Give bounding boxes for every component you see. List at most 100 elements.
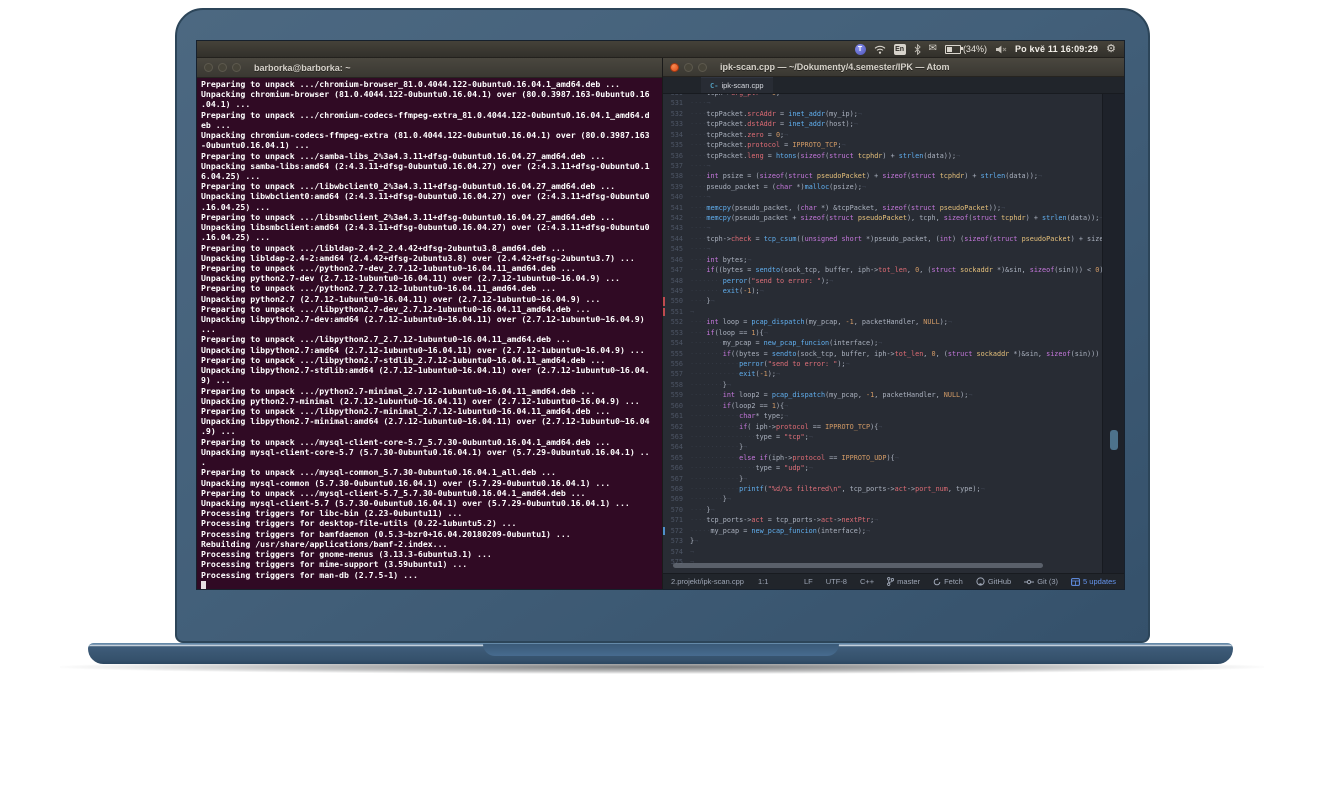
line-number: 565: [663, 453, 690, 463]
volume-indicator[interactable]: [995, 45, 1007, 54]
minimize-button[interactable]: [218, 63, 227, 72]
code-line: 539····pseudo_packet = (char *)malloc(ps…: [663, 182, 1124, 192]
terminal-line: Preparing to unpack .../libpython2.7-std…: [201, 355, 659, 365]
windows-row: barborka@barborka: ~ Preparing to unpack…: [197, 58, 1124, 589]
line-number: 550: [663, 296, 690, 306]
status-encoding[interactable]: UTF-8: [826, 577, 847, 586]
network-tray-item[interactable]: [874, 45, 886, 54]
mail-tray-item[interactable]: ✉: [929, 44, 937, 54]
terminal-line: Unpacking chromium-browser (81.0.4044.12…: [201, 89, 659, 99]
status-git-branch[interactable]: master: [887, 577, 920, 586]
vertical-scrollbar-thumb[interactable]: [1110, 430, 1118, 450]
line-number: 539: [663, 182, 690, 192]
code-line: 566················type = "udp";¬: [663, 463, 1124, 473]
code-line: 561············char* type;¬: [663, 411, 1124, 421]
terminal-line: Unpacking chromium-codecs-ffmpeg-extra (…: [201, 130, 659, 140]
terminal-output[interactable]: Preparing to unpack .../chromium-browser…: [197, 78, 662, 589]
line-number: 573: [663, 536, 690, 546]
code-line: 534····tcpPacket.zero = 0;¬: [663, 130, 1124, 140]
terminal-line: 9) ...: [201, 375, 659, 385]
line-number: 545: [663, 244, 690, 254]
horizontal-scrollbar-thumb[interactable]: [673, 563, 1043, 568]
terminal-line: Preparing to unpack .../libpython2.7-min…: [201, 406, 659, 416]
terminal-line: Preparing to unpack .../python2.7-dev_2.…: [201, 263, 659, 273]
status-file-path[interactable]: 2.projekt/ipk-scan.cpp: [671, 577, 744, 586]
line-number: 543: [663, 223, 690, 233]
code-line: 574¬: [663, 547, 1124, 557]
line-number: 549: [663, 286, 690, 296]
terminal-line: Unpacking python2.7-dev (2.7.12-1ubuntu0…: [201, 273, 659, 283]
code-line: 540····¬: [663, 192, 1124, 202]
close-button[interactable]: [204, 63, 213, 72]
line-number: 569: [663, 494, 690, 504]
line-number: 574: [663, 547, 690, 557]
gear-icon: ⚙: [1106, 44, 1116, 55]
teams-tray-item[interactable]: T: [855, 44, 866, 55]
terminal-line: Unpacking libpython2.7-minimal:amd64 (2.…: [201, 416, 659, 426]
code-line: 542····memcpy(pseudo_packet + sizeof(str…: [663, 213, 1124, 223]
maximize-button[interactable]: [698, 63, 707, 72]
line-number: 558: [663, 380, 690, 390]
terminal-line: Processing triggers for libc-bin (2.23-0…: [201, 508, 659, 518]
battery-indicator[interactable]: (34%): [945, 44, 987, 54]
code-line: 552····int loop = pcap_dispatch(my_pcap,…: [663, 317, 1124, 327]
terminal-line: Rebuilding /usr/share/applications/bamf-…: [201, 539, 659, 549]
teams-icon: T: [855, 44, 866, 55]
close-button[interactable]: [670, 63, 679, 72]
terminal-titlebar[interactable]: barborka@barborka: ~: [197, 58, 662, 78]
terminal-line: Preparing to unpack .../mysql-client-5.7…: [201, 488, 659, 498]
minimize-button[interactable]: [684, 63, 693, 72]
clock-indicator[interactable]: Po kvě 11 16:09:29: [1015, 44, 1098, 54]
atom-title: ipk-scan.cpp — ~/Dokumenty/4.semester/IP…: [720, 62, 949, 72]
gutter-change-marker: [663, 308, 665, 316]
atom-statusbar: 2.projekt/ipk-scan.cpp 1:1 LF UTF-8 C++: [663, 573, 1124, 589]
code-line: 537····¬: [663, 161, 1124, 171]
terminal-line: Unpacking libpython2.7-dev:amd64 (2.7.12…: [201, 314, 659, 324]
status-cursor-position[interactable]: 1:1: [758, 577, 768, 586]
keyboard-layout-indicator[interactable]: En: [894, 44, 906, 55]
status-fetch-button[interactable]: Fetch: [933, 577, 963, 586]
package-icon: [1071, 578, 1080, 586]
terminal-line: Preparing to unpack .../libldap-2.4-2_2.…: [201, 243, 659, 253]
status-grammar[interactable]: C++: [860, 577, 874, 586]
code-line: 557············exit(-1);¬: [663, 369, 1124, 379]
code-line: 573}¬: [663, 536, 1124, 546]
status-github-button[interactable]: GitHub: [976, 577, 1011, 586]
session-menu[interactable]: ⚙: [1106, 44, 1116, 55]
status-git-changes[interactable]: Git (3): [1024, 577, 1058, 586]
code-line: 564············}¬: [663, 442, 1124, 452]
bluetooth-icon: [914, 44, 921, 55]
code-line: 546····int bytes;¬: [663, 255, 1124, 265]
line-number: 563: [663, 432, 690, 442]
maximize-button[interactable]: [232, 63, 241, 72]
line-number: 562: [663, 422, 690, 432]
tab-ipk-scan[interactable]: C- ipk-scan.cpp: [701, 77, 773, 93]
terminal-line: -0ubuntu0.16.04.1) ...: [201, 140, 659, 150]
code-line: 565············else if(iph->protocol == …: [663, 453, 1124, 463]
editor-right-rail: [1102, 94, 1124, 573]
terminal-line: Unpacking libpython2.7-stdlib:amd64 (2.7…: [201, 365, 659, 375]
line-number: 555: [663, 349, 690, 359]
code-line: 543····¬: [663, 223, 1124, 233]
code-line: 535····tcpPacket.protocol = IPPROTO_TCP;…: [663, 140, 1124, 150]
line-number: 568: [663, 484, 690, 494]
code-line: 572·····my_pcap = new_pcap_funcion(inter…: [663, 526, 1124, 536]
code-editor[interactable]: 530····tcph->urg_ptr = 0;531····¬532····…: [663, 94, 1124, 573]
wifi-icon: [874, 45, 886, 54]
line-number: 535: [663, 140, 690, 150]
code-line: 549········exit(-1);¬: [663, 286, 1124, 296]
desktop: T En ✉: [197, 41, 1124, 589]
code-line: 553····if(loop == 1){¬: [663, 328, 1124, 338]
atom-titlebar[interactable]: ipk-scan.cpp — ~/Dokumenty/4.semester/IP…: [663, 58, 1124, 77]
terminal-line: Preparing to unpack .../python2.7_2.7.12…: [201, 283, 659, 293]
status-updates-button[interactable]: 5 updates: [1071, 577, 1116, 586]
line-number: 536: [663, 151, 690, 161]
status-line-ending[interactable]: LF: [804, 577, 813, 586]
code-line: 556············perror("send to error: ")…: [663, 359, 1124, 369]
terminal-line: Unpacking mysql-client-5.7 (5.7.30-0ubun…: [201, 498, 659, 508]
terminal-line: Processing triggers for bamfdaemon (0.5.…: [201, 529, 659, 539]
code-line: 570····}¬: [663, 505, 1124, 515]
terminal-line: Processing triggers for man-db (2.7.5-1)…: [201, 570, 659, 580]
line-number: 546: [663, 255, 690, 265]
bluetooth-tray-item[interactable]: [914, 44, 921, 55]
